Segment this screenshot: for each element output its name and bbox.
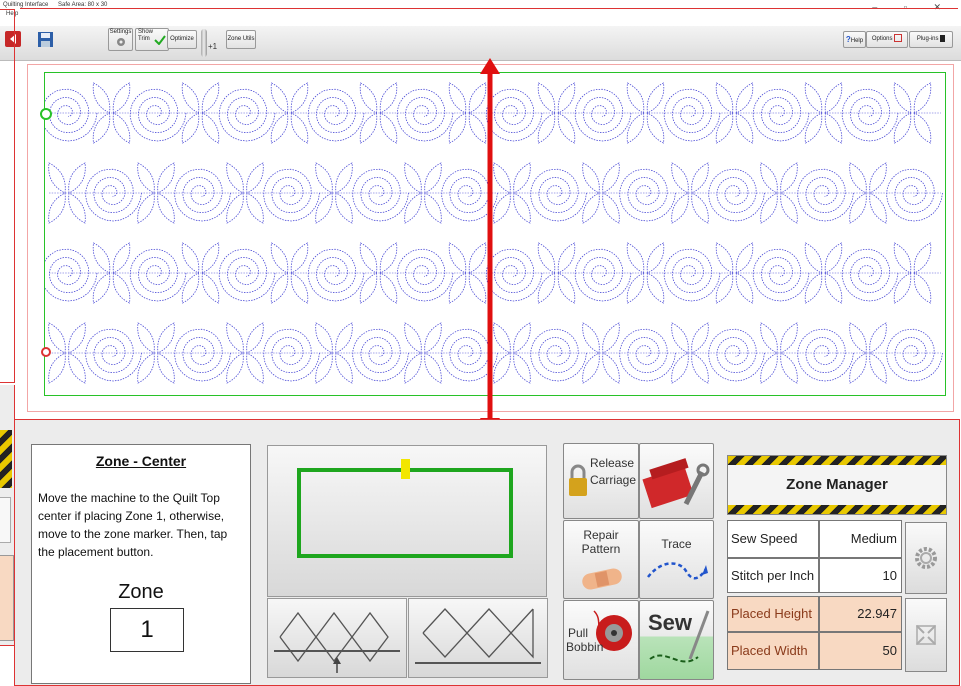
placement-marker-green[interactable]: [40, 108, 52, 120]
show-trim-button[interactable]: Show Trim: [135, 28, 169, 51]
bobbin-label: Bobbin: [566, 640, 604, 654]
zone-description: Move the machine to the Quilt Top center…: [38, 491, 228, 559]
toolbox-icon: [642, 458, 710, 509]
placement-marker-red[interactable]: [41, 347, 51, 357]
zone-preview-outline: [297, 468, 513, 558]
zone-manager-title: Zone Manager: [786, 476, 888, 493]
gear-icon: [116, 38, 125, 46]
plug-icon: [940, 34, 946, 42]
bandage-icon: [582, 568, 622, 590]
settings-button[interactable]: Settings: [108, 28, 133, 51]
left-orange-edge: [0, 555, 14, 641]
help-button[interactable]: ?Help: [843, 31, 866, 48]
zone-marker: [401, 459, 410, 479]
sew-speed-value[interactable]: Medium: [819, 520, 902, 558]
diamond-row-icon: [415, 608, 541, 664]
pattern-label: Pattern: [581, 542, 621, 556]
zone-number-field[interactable]: 1: [110, 608, 184, 652]
trace-path-icon: [647, 562, 708, 580]
settings-gear-button[interactable]: [905, 522, 947, 594]
hazard-stripe-top: [728, 456, 946, 465]
needle-icon: [201, 29, 207, 57]
repair-pattern-button[interactable]: Repair Pattern: [563, 520, 639, 599]
gear-icon: [915, 547, 937, 569]
left-panel-outline: [0, 9, 15, 383]
left-hazard-edge: [0, 430, 12, 488]
pull-label: Pull: [568, 626, 589, 640]
align-center-button[interactable]: [408, 598, 548, 678]
place-zone-button[interactable]: [267, 445, 547, 597]
zone-info-panel: Zone - Center Move the machine to the Qu…: [31, 444, 251, 684]
plus-one-button[interactable]: +1: [208, 42, 217, 51]
top-right-outline: [20, 8, 958, 9]
sew-speed-label: Sew Speed: [727, 520, 819, 558]
expand-icon: [916, 625, 936, 645]
placed-width-value: 50: [819, 632, 902, 670]
optimize-label: Optimize: [170, 36, 194, 42]
hazard-stripe-bottom: [728, 505, 946, 514]
needle-thread-icon: [649, 610, 710, 663]
stitch-per-inch-value[interactable]: 10: [819, 558, 902, 593]
save-icon[interactable]: [37, 31, 54, 48]
trace-label: Trace: [661, 537, 692, 551]
toolbox-button[interactable]: [639, 443, 714, 519]
left-button-edge[interactable]: [0, 497, 11, 543]
toolbar: Settings Show Trim Optimize +1 Zone Util…: [0, 26, 961, 61]
plugins-label: Plug-ins: [916, 36, 939, 42]
lock-icon: [569, 464, 587, 496]
placed-height-value: 22.947: [819, 596, 902, 632]
zone-label: Zone: [118, 581, 164, 603]
resize-arrow-icon[interactable]: [478, 58, 502, 436]
settings-label: Settings: [109, 29, 132, 35]
placed-height-label: Placed Height: [727, 596, 819, 632]
options-button[interactable]: Options: [866, 31, 908, 48]
zone-manager-button[interactable]: Zone Manager: [727, 455, 947, 515]
release-carriage-button[interactable]: Release Carriage: [563, 443, 639, 519]
resize-placement-button[interactable]: [905, 598, 947, 672]
pull-bobbin-button[interactable]: Pull Bobbin: [563, 600, 639, 680]
checkbox-icon: [894, 34, 903, 43]
stitch-per-inch-label: Stitch per Inch: [727, 558, 819, 593]
sew-button[interactable]: Sew: [639, 600, 714, 680]
zone-utils-button[interactable]: Zone Utils: [226, 30, 256, 49]
align-bottom-button[interactable]: [267, 598, 407, 678]
trace-button[interactable]: Trace: [639, 520, 714, 599]
options-label: Options: [871, 36, 893, 42]
help-label: Help: [850, 38, 864, 44]
bobbin-icon: [593, 610, 632, 651]
placed-width-label: Placed Width: [727, 632, 819, 670]
title-bar: Quilting Interface Safe Area: 80 x 30 He…: [0, 0, 961, 26]
plugins-button[interactable]: Plug-ins: [909, 31, 953, 48]
release-label: Release: [590, 456, 635, 470]
show-trim-label: Show Trim: [138, 29, 154, 42]
zone-utils-label: Zone Utils: [227, 36, 255, 42]
optimize-button[interactable]: Optimize: [167, 30, 197, 49]
repair-label: Repair: [583, 528, 619, 542]
diamond-row-arrow-icon: [274, 611, 400, 673]
zone-title: Zone - Center: [95, 453, 187, 469]
carriage-label: Carriage: [590, 473, 637, 487]
checkmark-icon: [154, 35, 166, 45]
